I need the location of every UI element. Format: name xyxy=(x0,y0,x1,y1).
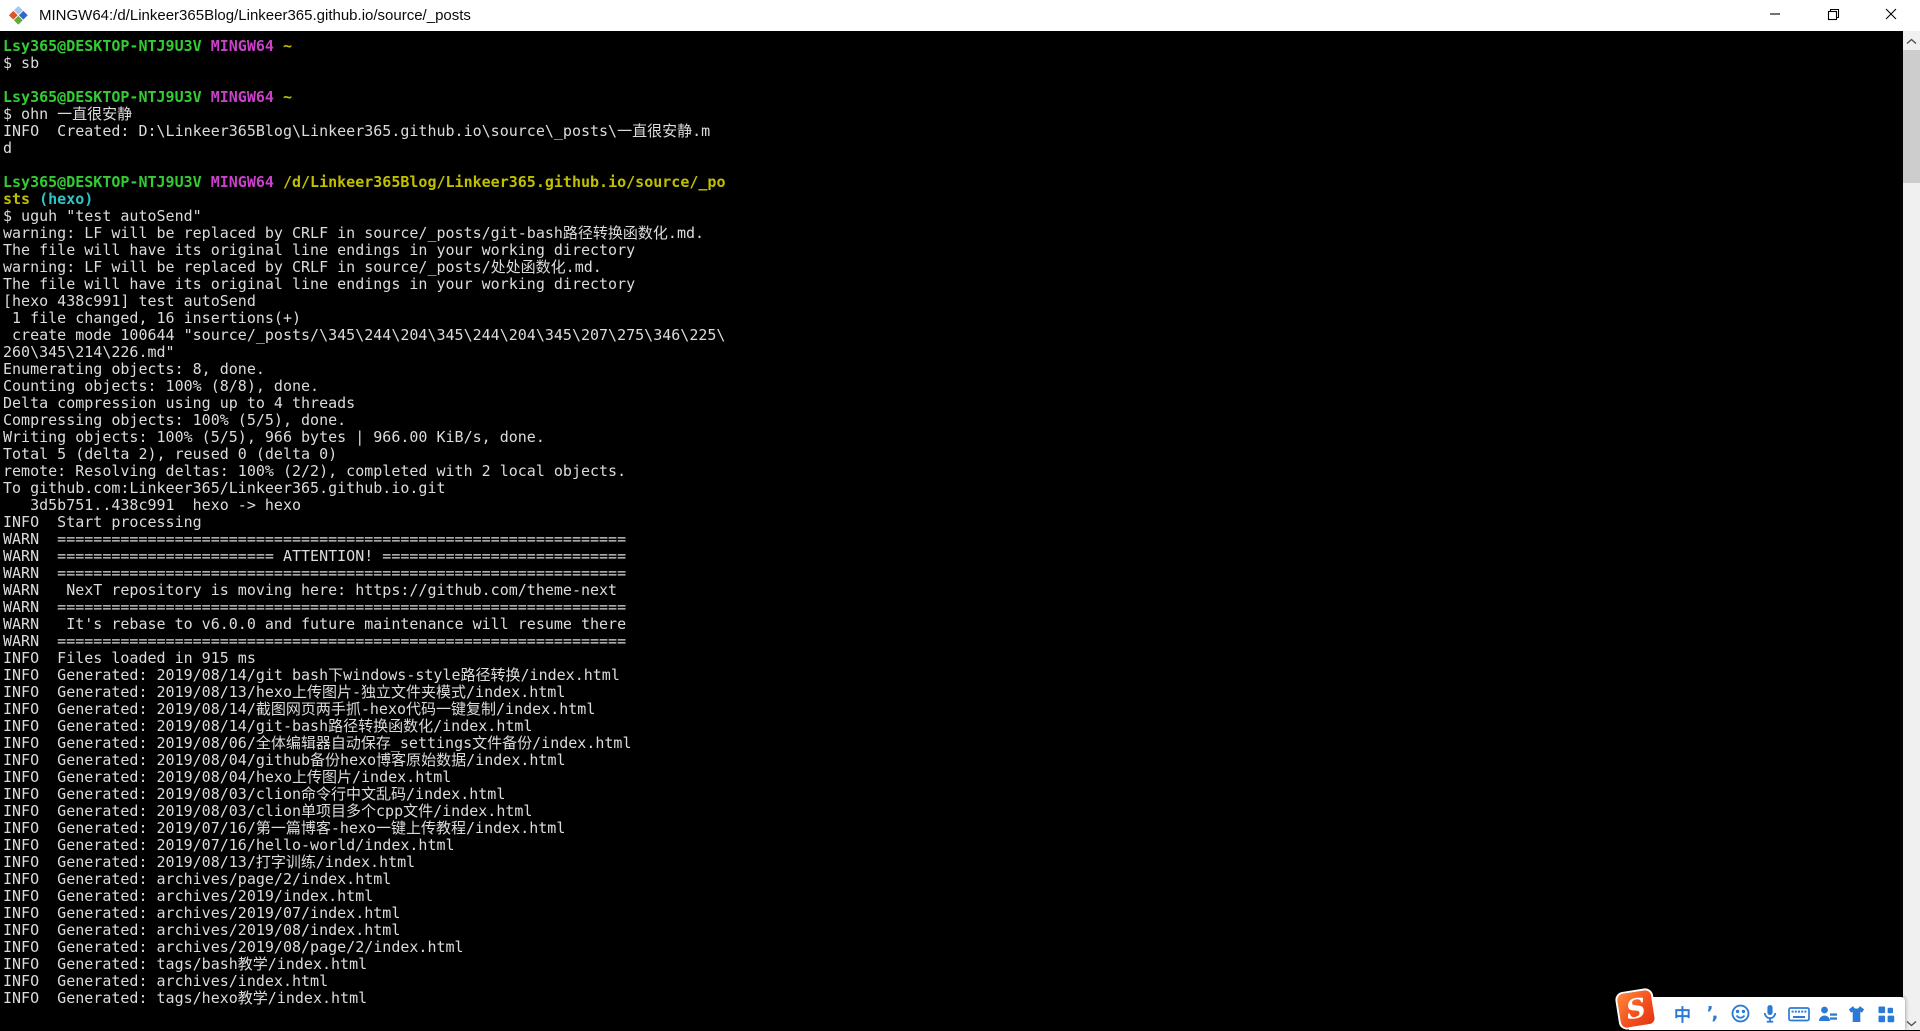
terminal-line: 1 file changed, 16 insertions(+) xyxy=(3,310,1903,327)
terminal-line: INFO Files loaded in 915 ms xyxy=(3,650,1903,667)
terminal-line: Delta compression using up to 4 threads xyxy=(3,395,1903,412)
toolbox-icon[interactable] xyxy=(1816,1002,1839,1026)
terminal-line: INFO Created: D:\Linkeer365Blog\Linkeer3… xyxy=(3,123,1903,140)
terminal-line: WARN It's rebase to v6.0.0 and future ma… xyxy=(3,616,1903,633)
terminal-line: $ uguh "test autoSend" xyxy=(3,208,1903,225)
terminal-line: INFO Generated: archives/2019/07/index.h… xyxy=(3,905,1903,922)
terminal-line: WARN ===================================… xyxy=(3,565,1903,582)
terminal-line: INFO Generated: tags/bash教学/index.html xyxy=(3,956,1903,973)
terminal-line: Writing objects: 100% (5/5), 966 bytes |… xyxy=(3,429,1903,446)
terminal-line: remote: Resolving deltas: 100% (2/2), co… xyxy=(3,463,1903,480)
terminal-line: 260\345\214\226.md" xyxy=(3,344,1903,361)
terminal-line: INFO Generated: archives/2019/index.html xyxy=(3,888,1903,905)
terminal-line: INFO Generated: 2019/07/16/hello-world/i… xyxy=(3,837,1903,854)
terminal-line: warning: LF will be replaced by CRLF in … xyxy=(3,225,1903,242)
terminal-line: INFO Generated: 2019/07/16/第一篇博客-hexo一键上… xyxy=(3,820,1903,837)
terminal-line: [hexo 438c991] test autoSend xyxy=(3,293,1903,310)
terminal-line: INFO Start processing xyxy=(3,514,1903,531)
terminal-line: Lsy365@DESKTOP-NTJ9U3V MINGW64 ~ xyxy=(3,89,1903,106)
chinese-mode-icon[interactable]: 中 xyxy=(1671,1002,1694,1026)
terminal-line: INFO Generated: 2019/08/04/hexo上传图片/inde… xyxy=(3,769,1903,786)
voice-input-icon[interactable] xyxy=(1758,1002,1781,1026)
terminal-line: 3d5b751..438c991 hexo -> hexo xyxy=(3,497,1903,514)
close-icon xyxy=(1885,8,1897,23)
terminal-line: WARN ======================== ATTENTION!… xyxy=(3,548,1903,565)
scrollbar[interactable] xyxy=(1903,31,1920,1030)
terminal-line xyxy=(3,157,1903,174)
terminal-line: WARN NexT repository is moving here: htt… xyxy=(3,582,1903,599)
terminal-line: INFO Generated: 2019/08/13/打字训练/index.ht… xyxy=(3,854,1903,871)
scroll-down-icon xyxy=(1906,1012,1917,1031)
minimize-button[interactable] xyxy=(1746,0,1804,31)
terminal-line: INFO Generated: 2019/08/03/clion单项目多个cpp… xyxy=(3,803,1903,820)
window-controls xyxy=(1746,0,1920,31)
close-button[interactable] xyxy=(1862,0,1920,31)
terminal-line: Lsy365@DESKTOP-NTJ9U3V MINGW64 /d/Linkee… xyxy=(3,174,1903,191)
terminal-line: sts (hexo) xyxy=(3,191,1903,208)
terminal-line: create mode 100644 "source/_posts/\345\2… xyxy=(3,327,1903,344)
terminal-line: Compressing objects: 100% (5/5), done. xyxy=(3,412,1903,429)
sogou-ime-bar[interactable]: S 中 ’, xyxy=(1629,997,1905,1030)
skin-icon[interactable] xyxy=(1845,1002,1868,1026)
terminal-line: $ sb xyxy=(3,55,1903,72)
minimize-icon xyxy=(1769,8,1781,23)
window-title: MINGW64:/d/Linkeer365Blog/Linkeer365.git… xyxy=(39,7,471,24)
terminal-line: INFO Generated: archives/index.html xyxy=(3,973,1903,990)
soft-keyboard-icon[interactable] xyxy=(1787,1002,1810,1026)
terminal-line: Counting objects: 100% (8/8), done. xyxy=(3,378,1903,395)
git-bash-icon xyxy=(9,6,29,26)
terminal-line: INFO Generated: 2019/08/06/全体编辑器自动保存_set… xyxy=(3,735,1903,752)
terminal-line: The file will have its original line end… xyxy=(3,276,1903,293)
terminal-line xyxy=(3,72,1903,89)
terminal-line: INFO Generated: 2019/08/14/git-bash路径转换函… xyxy=(3,718,1903,735)
sogou-logo-icon[interactable]: S xyxy=(1614,987,1657,1030)
emoji-icon[interactable] xyxy=(1729,1002,1752,1026)
terminal-line: INFO Generated: 2019/08/14/git bash下wind… xyxy=(3,667,1903,684)
terminal-line: WARN ===================================… xyxy=(3,633,1903,650)
terminal-line: The file will have its original line end… xyxy=(3,242,1903,259)
terminal-line: Total 5 (delta 2), reused 0 (delta 0) xyxy=(3,446,1903,463)
terminal-line: INFO Generated: 2019/08/14/截图网页两手抓-hexo代… xyxy=(3,701,1903,718)
terminal-line: INFO Generated: 2019/08/13/hexo上传图片-独立文件… xyxy=(3,684,1903,701)
terminal-line: To github.com:Linkeer365/Linkeer365.gith… xyxy=(3,480,1903,497)
scroll-up-button[interactable] xyxy=(1903,31,1920,48)
terminal-line: INFO Generated: 2019/08/03/clion命令行中文乱码/… xyxy=(3,786,1903,803)
scroll-down-button[interactable] xyxy=(1903,1013,1920,1030)
punctuation-icon[interactable]: ’, xyxy=(1700,1002,1723,1026)
terminal-line: WARN ===================================… xyxy=(3,599,1903,616)
menu-grid-icon[interactable] xyxy=(1874,1002,1897,1026)
terminal-line: INFO Generated: archives/2019/08/index.h… xyxy=(3,922,1903,939)
restore-icon xyxy=(1827,8,1840,24)
terminal-output[interactable]: Lsy365@DESKTOP-NTJ9U3V MINGW64 ~$ sb Lsy… xyxy=(0,31,1903,1030)
terminal-line: Lsy365@DESKTOP-NTJ9U3V MINGW64 ~ xyxy=(3,38,1903,55)
terminal-line: Enumerating objects: 8, done. xyxy=(3,361,1903,378)
terminal-line: INFO Generated: 2019/08/04/github备份hexo博… xyxy=(3,752,1903,769)
terminal-line: warning: LF will be replaced by CRLF in … xyxy=(3,259,1903,276)
scroll-up-icon xyxy=(1906,30,1917,49)
terminal-line: INFO Generated: archives/page/2/index.ht… xyxy=(3,871,1903,888)
terminal-line: INFO Generated: archives/2019/08/page/2/… xyxy=(3,939,1903,956)
titlebar[interactable]: MINGW64:/d/Linkeer365Blog/Linkeer365.git… xyxy=(0,0,1920,31)
restore-button[interactable] xyxy=(1804,0,1862,31)
terminal-line: $ ohn 一直很安静 xyxy=(3,106,1903,123)
terminal-line: WARN ===================================… xyxy=(3,531,1903,548)
scrollbar-thumb[interactable] xyxy=(1903,50,1920,183)
terminal-line: d xyxy=(3,140,1903,157)
